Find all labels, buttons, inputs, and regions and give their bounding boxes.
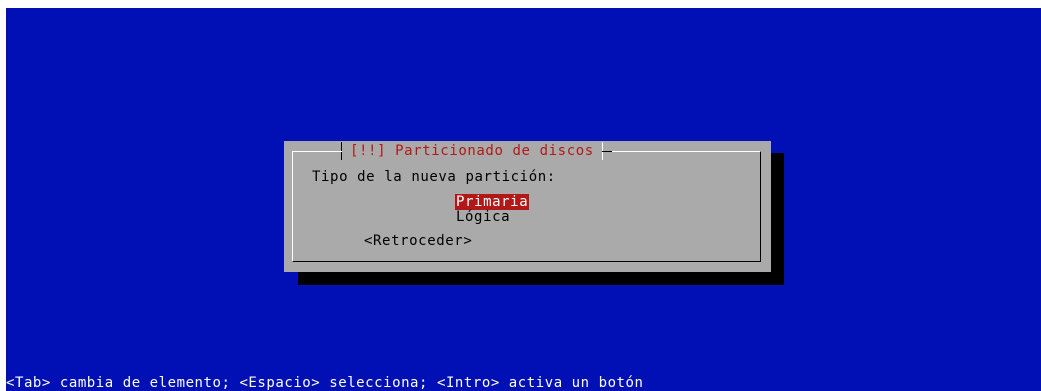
- screen: [!!] Particionado de discos Tipo de la n…: [0, 0, 1041, 391]
- status-bar-help: <Tab> cambia de elemento; <Espacio> sele…: [6, 375, 644, 391]
- dialog-prompt: Tipo de la nueva partición:: [312, 169, 556, 185]
- title-right-tee-icon: [601, 142, 612, 160]
- installer-terminal: [!!] Particionado de discos Tipo de la n…: [6, 8, 1041, 391]
- dialog-title: [!!] Particionado de discos: [350, 143, 594, 159]
- title-left-tee-icon: [332, 142, 342, 160]
- partition-type-dialog: [!!] Particionado de discos Tipo de la n…: [284, 141, 771, 272]
- dialog-title-bar: [!!] Particionado de discos: [332, 141, 612, 161]
- option-primaria[interactable]: Primaria: [455, 194, 530, 210]
- option-logica[interactable]: Lógica: [455, 209, 511, 225]
- back-button[interactable]: <Retroceder>: [364, 233, 472, 249]
